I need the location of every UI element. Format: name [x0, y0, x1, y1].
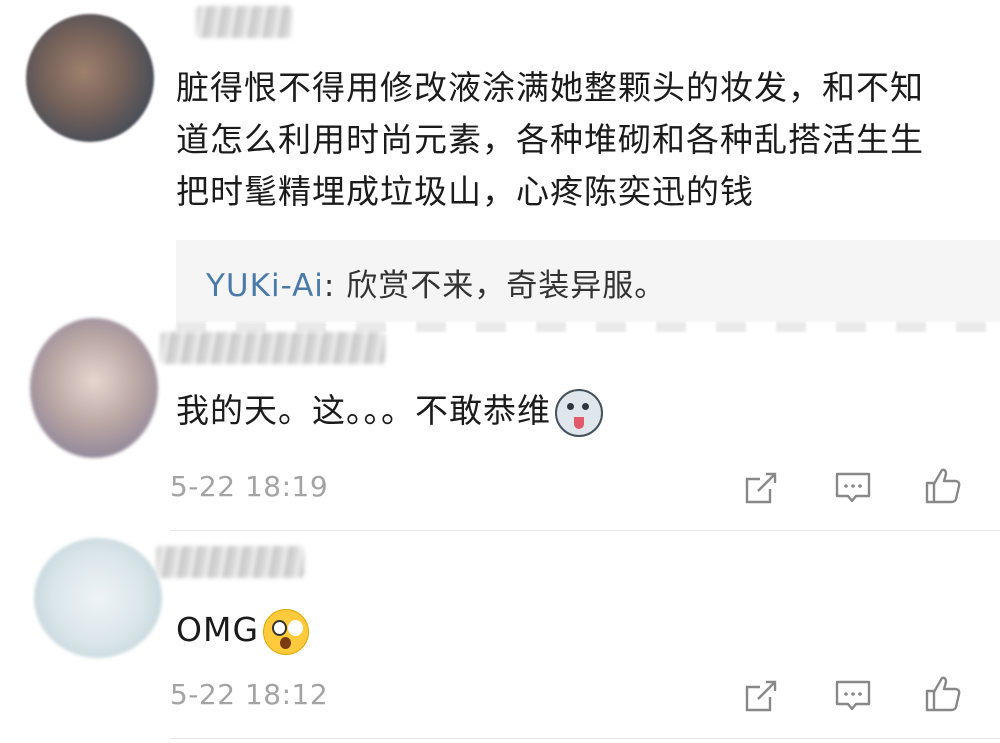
- comment-line: 道怎么利用时尚元素，各种堆砌和各种乱搭活生生: [176, 120, 924, 159]
- share-icon[interactable]: [742, 677, 780, 715]
- like-icon[interactable]: [924, 467, 962, 505]
- shocked-face-emoji-icon: [263, 608, 310, 655]
- reply-username[interactable]: YUKi-Ai: [206, 268, 324, 304]
- reply-text: YUKi-Ai: 欣赏不来，奇装异服。: [206, 260, 666, 305]
- comment-body: OMG: [176, 610, 260, 649]
- comment-timestamp: 5-22 18:19: [170, 470, 329, 503]
- husky-emoji-icon: [555, 388, 603, 437]
- avatar[interactable]: [30, 318, 158, 458]
- comment-text: 我的天。这。。。不敢恭维: [176, 385, 603, 437]
- comment-icon[interactable]: [834, 469, 872, 507]
- comment-timestamp: 5-22 18:12: [170, 678, 329, 711]
- comment-icon[interactable]: [834, 677, 872, 715]
- username-redacted[interactable]: [156, 546, 304, 578]
- comment-line: 脏得恨不得用修改液涂满她整颗头的妆发，和不知: [176, 68, 924, 107]
- share-icon[interactable]: [742, 469, 780, 507]
- avatar[interactable]: [26, 14, 154, 142]
- comment-text: OMG: [176, 604, 310, 656]
- comment-text: 脏得恨不得用修改液涂满她整颗头的妆发，和不知 道怎么利用时尚元素，各种堆砌和各种…: [176, 62, 1000, 218]
- reply-preview[interactable]: YUKi-Ai: 欣赏不来，奇装异服。: [176, 240, 1000, 322]
- comment-body: 我的天。这。。。不敢恭维: [176, 391, 551, 430]
- divider: [170, 738, 1000, 739]
- username-redacted[interactable]: [196, 6, 292, 38]
- divider: [170, 530, 1000, 531]
- clipped-row: [176, 322, 1000, 332]
- like-icon[interactable]: [924, 675, 962, 713]
- comment-line: 把时髦精埋成垃圾山，心疼陈奕迅的钱: [176, 172, 754, 211]
- avatar[interactable]: [34, 538, 162, 658]
- username-redacted[interactable]: [160, 332, 385, 364]
- reply-content: : 欣赏不来，奇装异服。: [323, 268, 667, 304]
